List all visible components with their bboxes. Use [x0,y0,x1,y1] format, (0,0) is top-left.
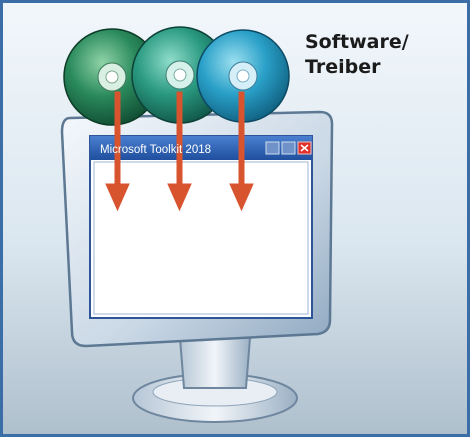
app-window [89,135,313,319]
maximize-icon[interactable] [281,141,296,155]
monitor-stand [178,337,252,389]
window-title: Microsoft Toolkit 2018 [100,144,212,156]
caption: Software/ Treiber [305,30,455,80]
caption-line-2: Treiber [305,56,381,78]
caption-line-1: Software/ [305,31,409,53]
